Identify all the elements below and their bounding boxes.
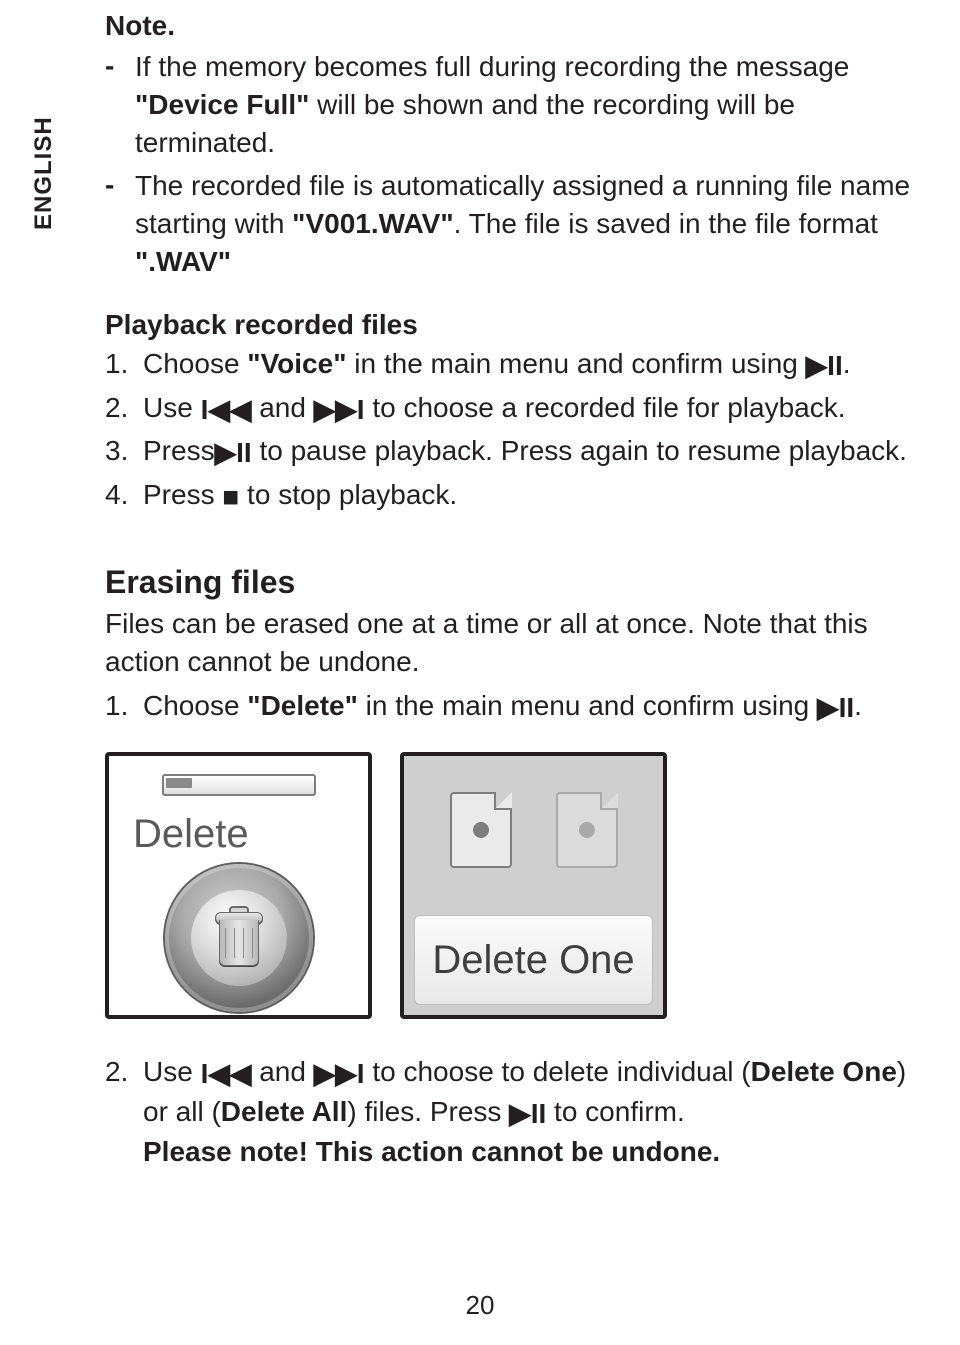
file-icon-dim (556, 792, 618, 868)
s1a: Choose (143, 348, 247, 379)
bullet-dash: - (105, 48, 135, 161)
delete-button-graphic (165, 864, 313, 1012)
note-bullet-1: - If the memory becomes full during reco… (105, 48, 935, 161)
note-2-b: "V001.WAV" (292, 208, 453, 239)
step-text: Use I◀◀ and ▶▶I to choose to delete indi… (143, 1053, 935, 1170)
e2f: Delete All (221, 1096, 348, 1127)
next-icon: ▶▶I (314, 1058, 365, 1089)
play-pause-icon: ▶II (509, 1098, 546, 1129)
step-text: Press ■ to stop playback. (143, 476, 935, 516)
figure-delete-one: Delete One (400, 752, 667, 1019)
e1d: . (854, 690, 862, 721)
step-number: 2. (105, 389, 143, 429)
e2c: to choose to delete individual ( (365, 1056, 751, 1087)
s1d: . (843, 348, 851, 379)
s2a: Use (143, 392, 201, 423)
step-text: Choose "Voice" in the main menu and conf… (143, 345, 935, 385)
note-heading: Note. (105, 10, 935, 42)
s1b: "Voice" (247, 348, 346, 379)
stop-icon: ■ (222, 481, 239, 512)
note-text-1: If the memory becomes full during record… (135, 48, 935, 161)
erasing-warning: Please note! This action cannot be undon… (143, 1136, 720, 1167)
figure2-panel: Delete One (414, 915, 653, 1005)
page-content: Note. - If the memory becomes full durin… (105, 10, 935, 1175)
step-number: 1. (105, 345, 143, 385)
note-2-c: . The file is saved in the file format (454, 208, 878, 239)
playback-heading: Playback recorded files (105, 309, 935, 341)
figure1-label: Delete (133, 812, 249, 857)
note-bullet-2: - The recorded file is automatically ass… (105, 167, 935, 280)
e2b: and (251, 1056, 313, 1087)
note-text-2: The recorded file is automatically assig… (135, 167, 935, 280)
prev-icon: I◀◀ (201, 394, 252, 425)
s2b: and (251, 392, 313, 423)
erasing-heading: Erasing files (105, 564, 935, 601)
e2h: to confirm. (546, 1096, 684, 1127)
playback-step-2: 2. Use I◀◀ and ▶▶I to choose a recorded … (105, 389, 935, 429)
step-number: 1. (105, 687, 143, 727)
play-pause-icon: ▶II (817, 692, 854, 723)
s3a: Press (143, 435, 215, 466)
trash-icon (215, 910, 263, 966)
e2d: Delete One (751, 1056, 897, 1087)
step-number: 3. (105, 432, 143, 472)
note-2-d: ".WAV" (135, 246, 231, 277)
e2g: ) files. Press (347, 1096, 509, 1127)
delete-button-inner (191, 890, 287, 986)
playback-step-4: 4. Press ■ to stop playback. (105, 476, 935, 516)
play-pause-icon: ▶II (215, 437, 252, 468)
e1c: in the main menu and confirm using (358, 690, 817, 721)
erasing-intro: Files can be erased one at a time or all… (105, 605, 935, 681)
next-icon: ▶▶I (314, 394, 365, 425)
note-1-a: If the memory becomes full during record… (135, 51, 849, 82)
scroll-bar-graphic (162, 774, 316, 796)
playback-step-1: 1. Choose "Voice" in the main menu and c… (105, 345, 935, 385)
figure2-label: Delete One (432, 938, 634, 983)
s1c: in the main menu and confirm using (346, 348, 805, 379)
step-text: Choose "Delete" in the main menu and con… (143, 687, 935, 727)
prev-icon: I◀◀ (201, 1058, 252, 1089)
figures-row: Delete Delete One (105, 752, 935, 1019)
doc-icons (404, 792, 663, 868)
page-number: 20 (0, 1290, 960, 1321)
s3b: to pause playback. Press again to resume… (252, 435, 907, 466)
s4b: to stop playback. (239, 479, 457, 510)
step-text: Press▶II to pause playback. Press again … (143, 432, 935, 472)
erasing-step-1: 1. Choose "Delete" in the main menu and … (105, 687, 935, 727)
s2c: to choose a recorded file for playback. (365, 392, 846, 423)
e1b: "Delete" (247, 690, 358, 721)
step-number: 4. (105, 476, 143, 516)
note-1-b: "Device Full" (135, 89, 309, 120)
step-number: 2. (105, 1053, 143, 1170)
playback-step-3: 3. Press▶II to pause playback. Press aga… (105, 432, 935, 472)
bullet-dash: - (105, 167, 135, 280)
play-pause-icon: ▶II (806, 350, 843, 381)
e1a: Choose (143, 690, 247, 721)
erasing-step-2: 2. Use I◀◀ and ▶▶I to choose to delete i… (105, 1053, 935, 1170)
figure-delete-menu: Delete (105, 752, 372, 1019)
e2a: Use (143, 1056, 201, 1087)
step-text: Use I◀◀ and ▶▶I to choose a recorded fil… (143, 389, 935, 429)
s4a: Press (143, 479, 222, 510)
file-icon (450, 792, 512, 868)
language-tab: ENGLISH (30, 116, 58, 230)
